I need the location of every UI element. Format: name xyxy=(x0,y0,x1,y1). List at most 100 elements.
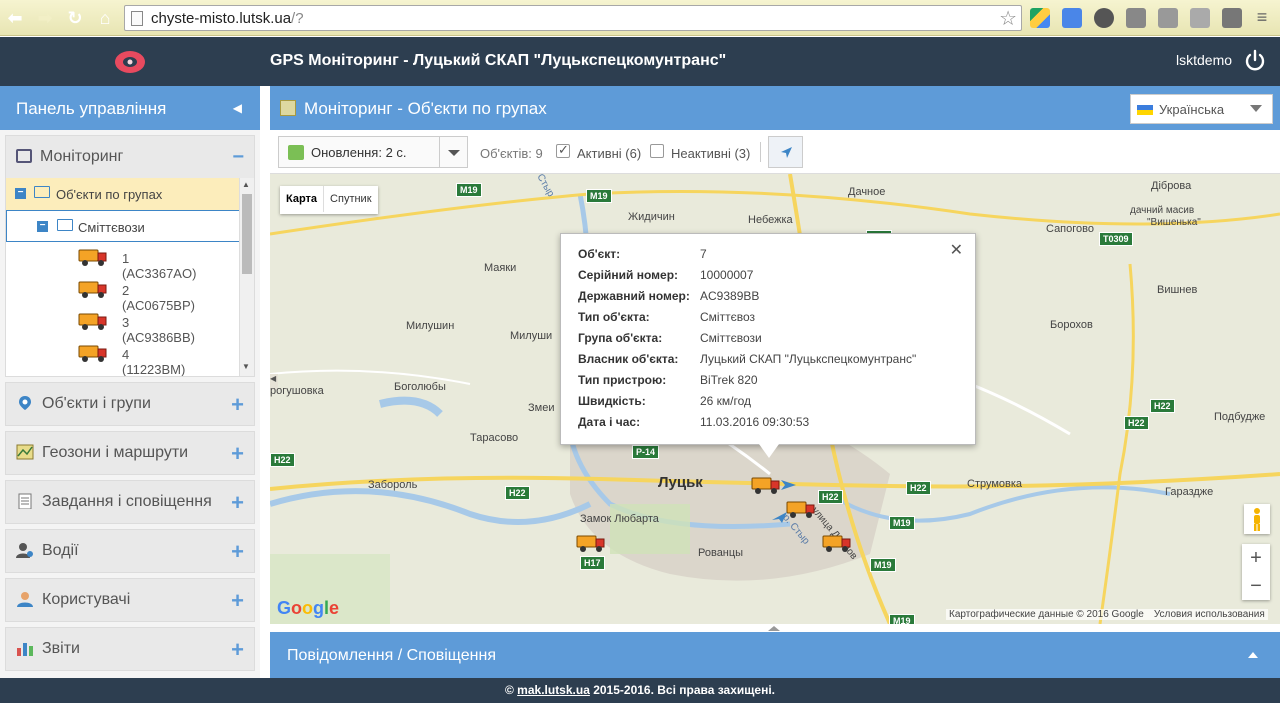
terms-link[interactable]: Условия использования xyxy=(1154,609,1265,620)
sidebar-item-label: Завдання і сповіщення xyxy=(42,493,212,510)
scrollbar-thumb[interactable] xyxy=(242,194,252,274)
scroll-up-icon[interactable]: ▲ xyxy=(242,180,250,189)
active-checkbox[interactable] xyxy=(556,142,570,158)
copyright-prefix: © xyxy=(504,683,518,697)
collapse-monitoring-icon[interactable]: − xyxy=(232,146,244,169)
power-icon[interactable] xyxy=(1243,49,1267,73)
expand-icon[interactable]: + xyxy=(231,588,244,614)
active-label[interactable]: Активні (6) xyxy=(577,146,641,161)
map-vehicle-marker[interactable] xyxy=(751,475,781,495)
map-vehicle-marker[interactable] xyxy=(786,499,816,519)
garbage-truck-icon xyxy=(78,249,107,266)
toolbar-divider xyxy=(760,142,761,162)
language-select[interactable]: Українська xyxy=(1130,94,1273,124)
sidebar-item-drivers[interactable]: Водії + xyxy=(5,529,255,573)
map-data-credit: Картографические данные © 2016 Google xyxy=(949,609,1144,620)
street-view-pegman-icon[interactable] xyxy=(1244,504,1270,534)
forward-icon[interactable]: ➡ xyxy=(34,7,56,29)
info-row: Тип об'єкта: Сміттєвоз xyxy=(578,306,916,327)
map-vehicle-marker[interactable] xyxy=(576,533,606,553)
zoom-in-button[interactable]: + xyxy=(1242,544,1270,572)
info-row: Дата і час: 11.03.2016 09:30:53 xyxy=(578,411,916,432)
info-row: Швидкість: 26 км/год xyxy=(578,390,916,411)
expand-icon[interactable]: + xyxy=(231,392,244,418)
browser-toolbar: ⬅ ➡ ↻ ⌂ chyste-misto.lutsk.ua/? ☆ ≡ xyxy=(0,0,1280,36)
direction-arrow-icon xyxy=(772,512,787,523)
monitor-icon xyxy=(16,149,32,163)
tree-node-label: Об'єкти по групах xyxy=(56,187,163,202)
inactive-checkbox[interactable] xyxy=(650,144,664,158)
bar-chart-icon xyxy=(17,643,33,656)
info-value: AC9389BB xyxy=(700,288,760,303)
google-logo: Google xyxy=(277,598,340,618)
inactive-label[interactable]: Неактивні (3) xyxy=(671,146,750,161)
collapse-sidebar-icon[interactable]: ◀ xyxy=(233,101,242,115)
objects-count: Об'єктів: 9 xyxy=(480,146,543,161)
tree-node-garbage-trucks[interactable]: − Сміттєвози xyxy=(6,210,240,242)
refresh-interval-select[interactable]: Оновлення: 2 с. xyxy=(278,136,468,168)
chevron-down-icon xyxy=(1250,105,1262,112)
info-key: Швидкість: xyxy=(578,393,646,408)
home-icon[interactable]: ⌂ xyxy=(94,7,116,29)
chevron-down-icon[interactable] xyxy=(439,137,467,167)
info-row: Державний номер: AC9389BB xyxy=(578,285,916,306)
username[interactable]: lsktdemo xyxy=(1176,52,1232,68)
info-key: Власник об'єкта: xyxy=(578,351,679,366)
info-row: Тип пристрою: BiTrek 820 xyxy=(578,369,916,390)
sidebar-item-geozones[interactable]: Геозони і маршрути + xyxy=(5,431,255,475)
drive-icon[interactable] xyxy=(1030,8,1050,28)
road-shield: H17 xyxy=(580,556,605,570)
expand-icon[interactable]: + xyxy=(231,637,244,663)
scroll-down-icon[interactable]: ▼ xyxy=(242,362,250,371)
map-vehicle-marker[interactable] xyxy=(822,533,852,553)
garbage-truck-icon xyxy=(78,345,107,362)
sidebar-item-label: Водії xyxy=(42,542,79,559)
collapse-node-icon[interactable]: − xyxy=(15,188,26,199)
rss-icon[interactable] xyxy=(1158,8,1178,28)
expand-icon[interactable]: + xyxy=(231,490,244,516)
map-type-satellite-button[interactable]: Спутник xyxy=(324,186,377,212)
tree-node-groups[interactable]: − Об'єкти по групах xyxy=(6,178,240,210)
sidebar-item-reports[interactable]: Звіти + xyxy=(5,627,255,671)
vehicle-label: 1 (AC3367AO) xyxy=(122,251,197,281)
footer-link[interactable]: mak.lutsk.ua xyxy=(517,683,590,697)
translate-icon[interactable] xyxy=(1062,8,1082,28)
collapse-node-icon[interactable]: − xyxy=(37,221,48,232)
sidebar-item-tasks[interactable]: Завдання і сповіщення + xyxy=(5,480,255,524)
notifications-panel-header[interactable]: Повідомлення / Сповіщення xyxy=(270,632,1280,678)
expand-icon[interactable]: + xyxy=(231,539,244,565)
map-label-city: Луцьк xyxy=(658,474,703,491)
address-bar[interactable]: chyste-misto.lutsk.ua/? ☆ xyxy=(124,5,1022,31)
locate-button[interactable] xyxy=(768,136,803,168)
sidebar-item-label: Користувачі xyxy=(42,591,131,608)
sidebar-item-label: Геозони і маршрути xyxy=(42,444,189,461)
menu-icon[interactable]: ≡ xyxy=(1252,8,1272,28)
extension-3-icon[interactable] xyxy=(1222,8,1242,28)
monitoring-panel: Моніторинг − − Об'єкти по групах − Смітт… xyxy=(5,135,255,377)
expand-icon[interactable]: + xyxy=(231,441,244,467)
road-shield: H22 xyxy=(1150,399,1175,413)
pocket-icon[interactable] xyxy=(1094,8,1114,28)
monitoring-label: Моніторинг xyxy=(40,148,124,165)
sidebar-item-users[interactable]: Користувачі + xyxy=(5,578,255,622)
chevron-up-icon[interactable] xyxy=(1248,652,1258,658)
garbage-truck-icon xyxy=(78,281,107,298)
bookmark-star-icon[interactable]: ☆ xyxy=(999,6,1017,31)
extension-icon[interactable] xyxy=(1126,8,1146,28)
reload-icon[interactable]: ↻ xyxy=(64,7,86,29)
extension-2-icon[interactable] xyxy=(1190,8,1210,28)
sidebar-item-label: Звіти xyxy=(42,640,80,657)
map-type-map-button[interactable]: Карта xyxy=(280,186,325,212)
info-value: 7 xyxy=(700,246,707,261)
map-label: Дачное xyxy=(848,186,886,198)
tree-scrollbar[interactable]: ▲ ▼ xyxy=(239,178,254,376)
panel-resize-handle[interactable] xyxy=(764,624,784,632)
page-icon xyxy=(131,11,143,26)
sidebar-item-objects-groups[interactable]: Об'єкти і групи + xyxy=(5,382,255,426)
back-icon[interactable]: ⬅ xyxy=(4,7,26,29)
map-type-control[interactable]: Карта Спутник xyxy=(280,186,378,214)
monitoring-header[interactable]: Моніторинг − xyxy=(6,136,254,178)
info-value: BiTrek 820 xyxy=(700,372,758,387)
zoom-out-button[interactable]: − xyxy=(1242,572,1270,600)
close-icon[interactable]: ✕ xyxy=(950,240,963,260)
